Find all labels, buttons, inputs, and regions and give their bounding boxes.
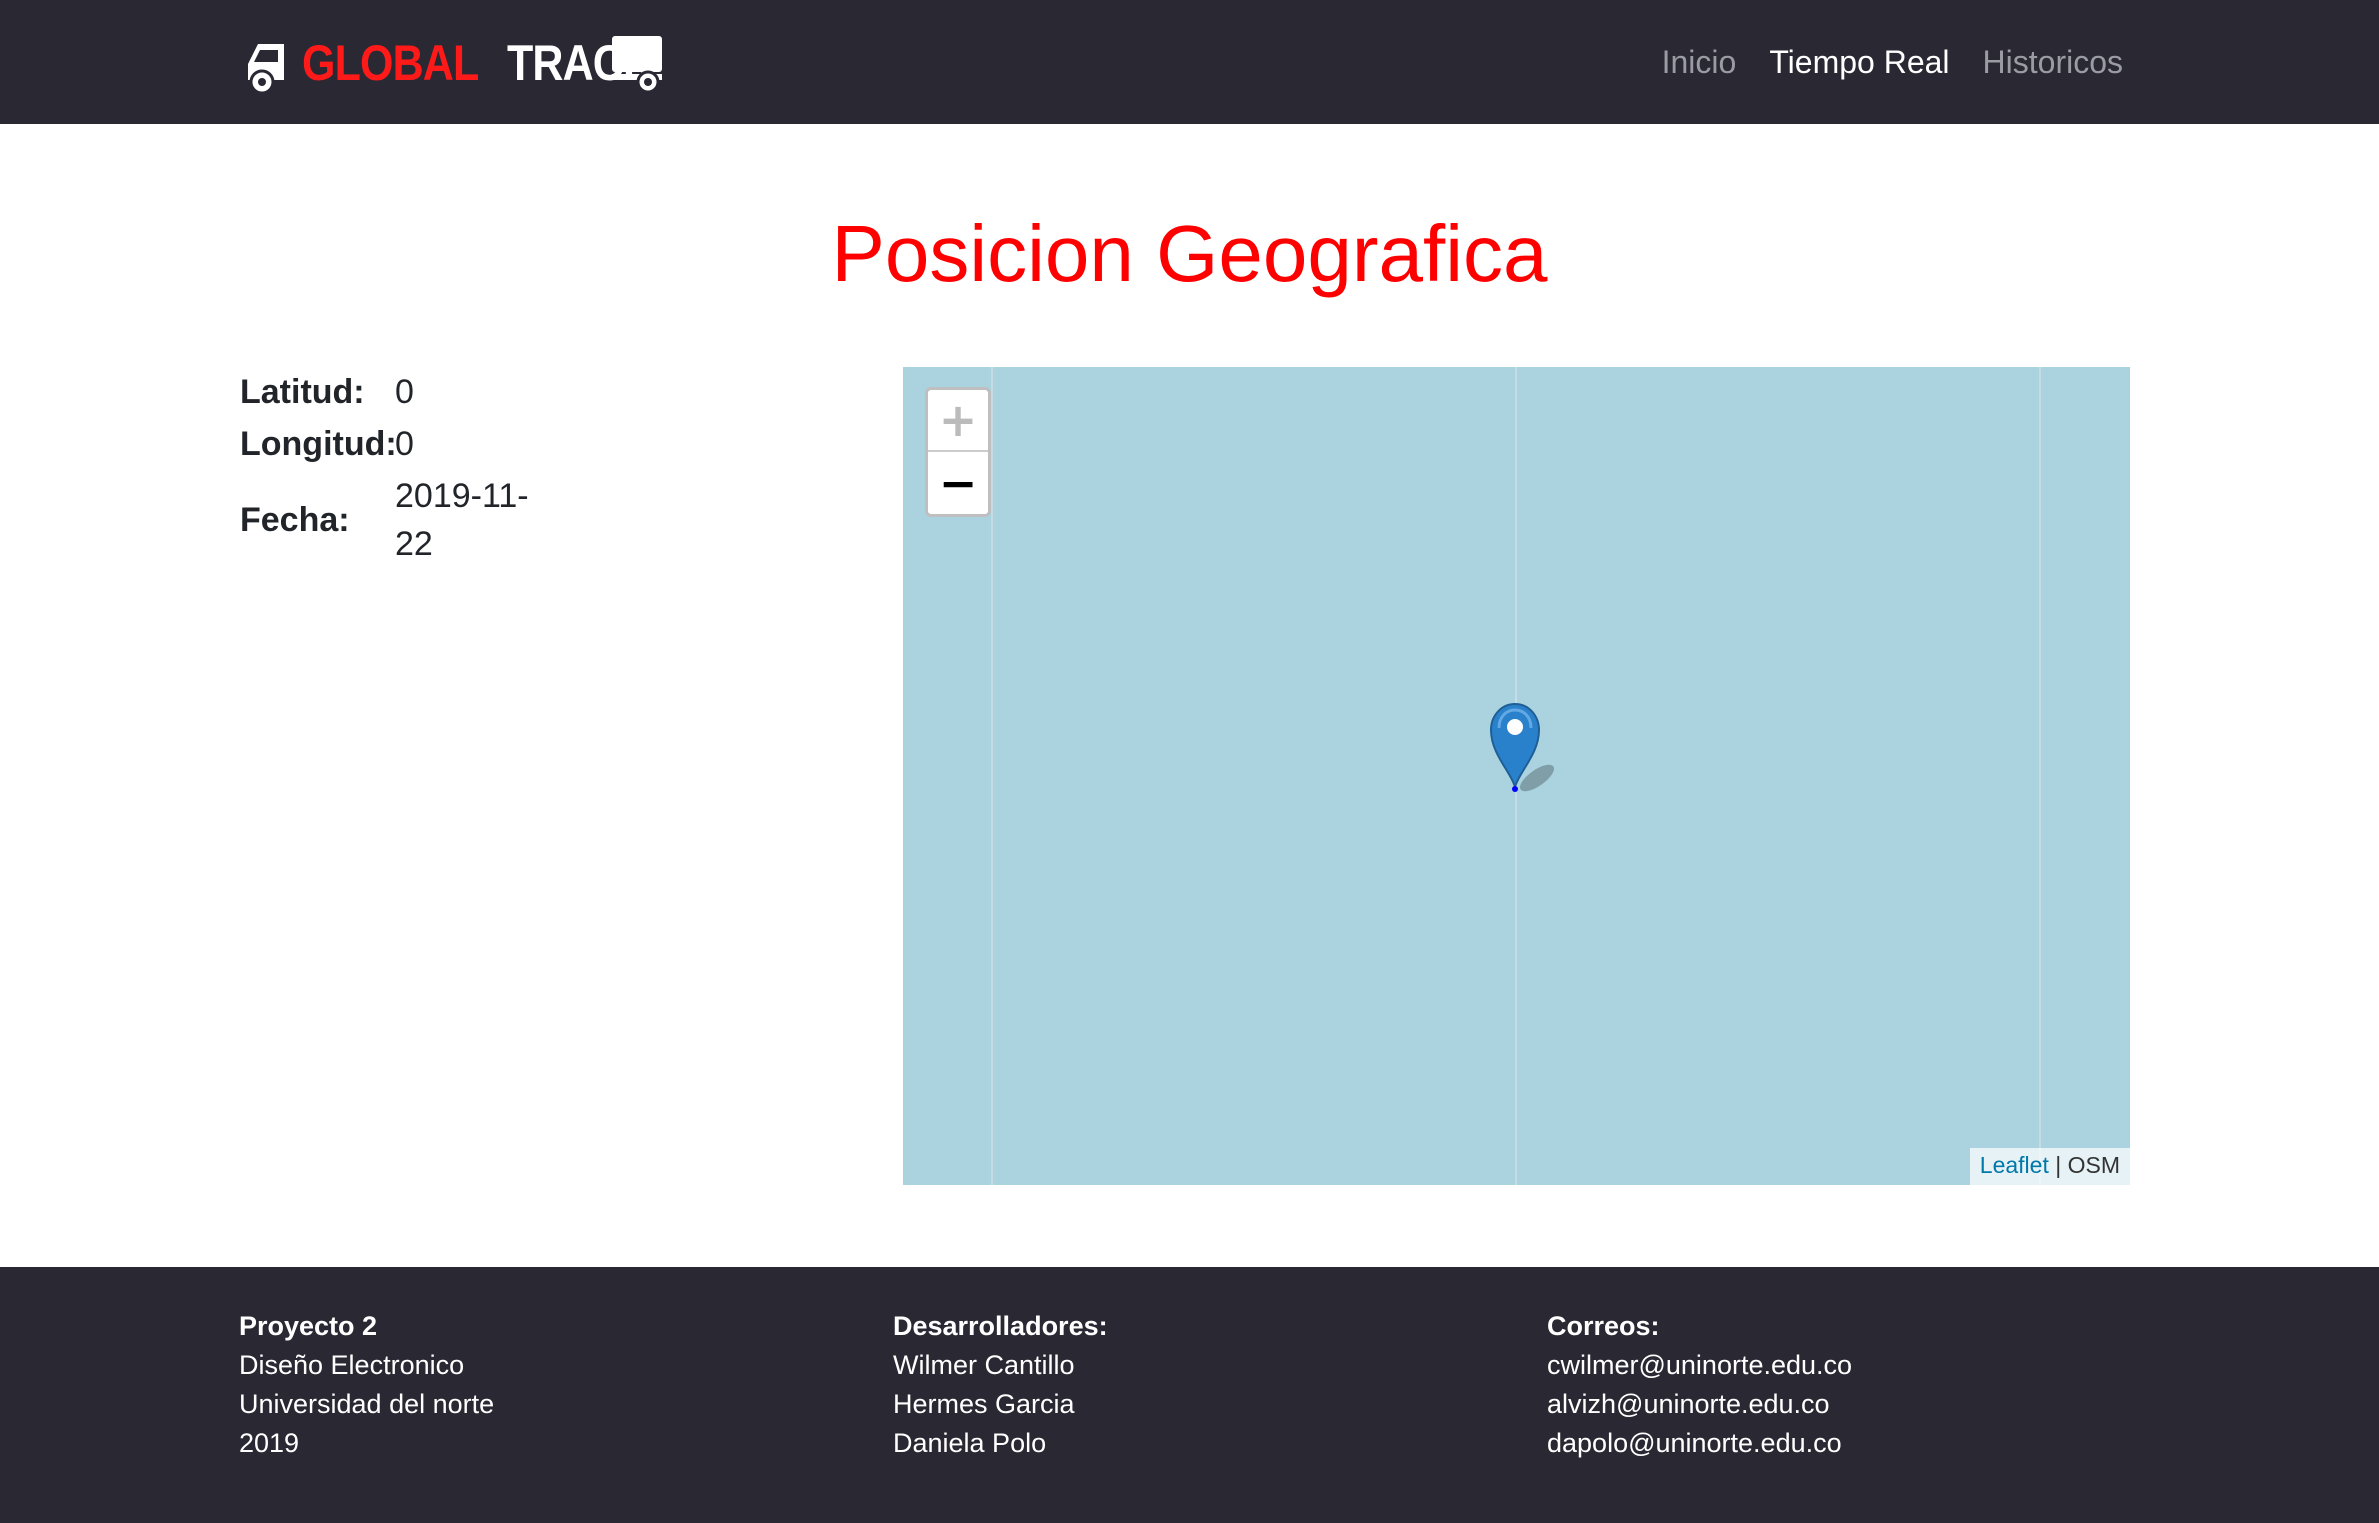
page-title: Posicion Geografica — [831, 209, 1548, 298]
map-attribution: Leaflet | OSM — [1969, 1148, 2130, 1185]
latitude-label: Latitud: — [240, 372, 365, 411]
footer-emails-column: Correos: cwilmer@uninorte.edu.co alvizh@… — [1547, 1307, 1852, 1463]
attribution-separator: | — [2048, 1152, 2068, 1178]
footer-email: alvizh@uninorte.edu.co — [1547, 1389, 1830, 1419]
date-value: 2019-11-22 — [395, 477, 529, 563]
longitude-label: Longitud: — [240, 424, 397, 463]
footer-email: dapolo@uninorte.edu.co — [1547, 1428, 1842, 1458]
latitude-row: Latitud: 0 — [240, 364, 535, 420]
nav-tiempo-real[interactable]: Tiempo Real — [1769, 44, 1949, 81]
map-gridline — [2039, 367, 2041, 1185]
globaltrack-logo[interactable]: GLOBAL TRACK — [244, 28, 677, 98]
zoom-control: + − — [925, 387, 991, 517]
attribution-osm: OSM — [2067, 1152, 2120, 1178]
footer-project-title: Proyecto 2 — [239, 1311, 378, 1341]
footer-line: Hermes Garcia — [893, 1389, 1075, 1419]
longitude-value: 0 — [395, 425, 414, 463]
footer-developers-title: Desarrolladores: — [893, 1311, 1108, 1341]
map-view[interactable]: + − Leaflet | OSM — [903, 367, 2130, 1185]
footer-developers-column: Desarrolladores: Wilmer Cantillo Hermes … — [893, 1307, 1108, 1463]
footer-emails-title: Correos: — [1547, 1311, 1660, 1341]
zoom-out-button[interactable]: − — [928, 452, 988, 514]
footer-email: cwilmer@uninorte.edu.co — [1547, 1350, 1853, 1380]
leaflet-link[interactable]: Leaflet — [1980, 1152, 2049, 1178]
footer-line: Universidad del norte — [239, 1389, 495, 1419]
footer-line: Daniela Polo — [893, 1428, 1047, 1458]
nav-inicio[interactable]: Inicio — [1662, 44, 1737, 81]
truck-trailer-icon — [612, 36, 662, 94]
footer-line: 2019 — [239, 1428, 300, 1458]
truck-cab-icon — [248, 44, 284, 95]
map-marker-icon[interactable] — [1489, 692, 1569, 792]
longitude-row: Longitud: 0 — [240, 420, 535, 468]
zoom-in-button[interactable]: + — [928, 390, 988, 452]
main-nav: Inicio Tiempo Real Historicos — [1662, 0, 2123, 124]
date-row: Fecha: 2019-11-22 — [240, 468, 535, 572]
position-info: Latitud: 0 Longitud: 0 Fecha: 2019-11-22 — [240, 364, 535, 572]
footer-line: Wilmer Cantillo — [893, 1350, 1075, 1380]
footer-project-column: Proyecto 2 Diseño Electronico Universida… — [239, 1307, 494, 1463]
logo-word-global: GLOBAL — [302, 35, 479, 91]
date-label: Fecha: — [240, 500, 350, 539]
map-gridline — [991, 367, 993, 1185]
footer-line: Diseño Electronico — [239, 1350, 465, 1380]
footer: Proyecto 2 Diseño Electronico Universida… — [0, 1267, 2379, 1523]
nav-historicos[interactable]: Historicos — [1983, 44, 2123, 81]
navbar: GLOBAL TRACK Inicio Tiempo Real Historic… — [0, 0, 2379, 124]
latitude-value: 0 — [395, 373, 414, 411]
